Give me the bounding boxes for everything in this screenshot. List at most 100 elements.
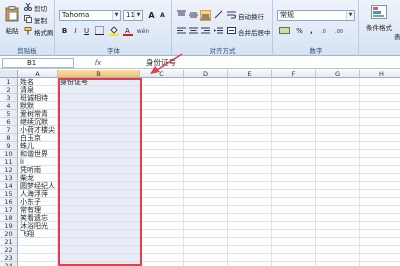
- borders-button[interactable]: [94, 26, 105, 37]
- row-header[interactable]: 4: [0, 102, 18, 110]
- selection-highlight-border: [58, 78, 142, 266]
- row-header[interactable]: 18: [0, 214, 18, 222]
- worksheet-grid[interactable]: ABCDEFGHI1姓名身份证号2清泉3班诚相待4默默5爱树常青6继续沉默7小荷…: [0, 70, 400, 266]
- align-middle-button[interactable]: [188, 10, 199, 21]
- text-orientation-icon: [214, 10, 223, 23]
- paste-button[interactable]: 粘贴: [3, 6, 21, 35]
- row-header[interactable]: 7: [0, 126, 18, 134]
- orientation-button[interactable]: [213, 10, 224, 21]
- paintbrush-icon: [24, 27, 32, 37]
- align-bottom-button[interactable]: [200, 10, 211, 21]
- excel-window: 粘贴 剪切 复制 格式刷 剪贴板 Tahoma ▼ 11 ▼ A A B I U…: [0, 0, 400, 266]
- number-format-select[interactable]: 常规 ▼: [277, 10, 355, 21]
- ribbon: 粘贴 剪切 复制 格式刷 剪贴板 Tahoma ▼ 11 ▼ A A B I U…: [0, 0, 400, 56]
- fx-icon[interactable]: fx: [78, 57, 118, 69]
- align-left-button[interactable]: [176, 26, 187, 37]
- merge-cells-icon: [227, 26, 236, 37]
- chevron-down-icon[interactable]: ▼: [134, 11, 142, 20]
- wrap-text-button[interactable]: 自动换行: [227, 10, 264, 21]
- row-header[interactable]: 17: [0, 206, 18, 214]
- font-color-button[interactable]: A: [122, 26, 133, 37]
- grow-font-button[interactable]: A: [146, 10, 157, 21]
- scissors-icon: [24, 2, 32, 13]
- row-header[interactable]: 19: [0, 222, 18, 230]
- format-as-table-label: 表: [394, 33, 400, 41]
- column-header-h[interactable]: H: [360, 70, 400, 78]
- decrease-decimal-button[interactable]: .00: [334, 26, 345, 37]
- fill-color-button[interactable]: [108, 26, 119, 37]
- row-header[interactable]: 6: [0, 118, 18, 126]
- clipboard-group-label: 剪贴板: [17, 47, 37, 55]
- row-header[interactable]: 10: [0, 150, 18, 158]
- column-header-a[interactable]: A: [18, 70, 58, 78]
- row-header[interactable]: 12: [0, 166, 18, 174]
- row-header[interactable]: 3: [0, 94, 18, 102]
- row-header[interactable]: 21: [0, 238, 18, 246]
- align-center-icon: [189, 26, 198, 39]
- comma-button[interactable]: ,: [306, 26, 317, 37]
- row-header[interactable]: 9: [0, 142, 18, 150]
- wrap-text-label: 自动换行: [238, 12, 264, 21]
- font-size-select[interactable]: 11 ▼: [123, 10, 143, 21]
- row-header[interactable]: 22: [0, 246, 18, 254]
- row-header[interactable]: 16: [0, 198, 18, 206]
- row-header[interactable]: 24: [0, 262, 18, 266]
- chevron-down-icon[interactable]: ▼: [112, 11, 120, 20]
- align-center-button[interactable]: [188, 26, 199, 37]
- currency-button[interactable]: [277, 26, 291, 37]
- align-top-button[interactable]: [176, 10, 187, 21]
- alignment-group: 自动换行 合并后居中 对齐方式: [173, 0, 273, 56]
- row-header[interactable]: 11: [0, 158, 18, 166]
- fill-bucket-icon: [108, 26, 119, 40]
- styles-group: 条件格式 表: [360, 0, 400, 56]
- align-right-button[interactable]: [200, 26, 211, 37]
- row-header[interactable]: 1: [0, 78, 18, 86]
- select-all-corner[interactable]: [0, 70, 18, 78]
- merge-center-button[interactable]: 合并后居中: [227, 26, 271, 37]
- name-box[interactable]: B1: [2, 58, 74, 68]
- cut-button[interactable]: 剪切: [24, 2, 47, 13]
- row-header[interactable]: 14: [0, 182, 18, 190]
- phonetic-button[interactable]: wén: [136, 26, 150, 37]
- font-name-value: Tahoma: [62, 11, 90, 19]
- conditional-formatting-button[interactable]: 条件格式 表: [366, 5, 400, 41]
- row-header[interactable]: 15: [0, 190, 18, 198]
- align-left-icon: [177, 26, 186, 39]
- column-header-b[interactable]: B: [58, 70, 140, 78]
- align-bottom-icon: [201, 11, 210, 24]
- wrap-text-icon: [227, 10, 237, 21]
- copy-label: 复制: [34, 17, 47, 25]
- column-header-f[interactable]: F: [272, 70, 316, 78]
- paste-icon: [5, 6, 19, 24]
- bold-button[interactable]: B: [59, 26, 70, 37]
- indent-icon: [214, 26, 223, 39]
- row-header[interactable]: 23: [0, 254, 18, 262]
- currency-icon: [278, 26, 290, 39]
- column-header-g[interactable]: G: [316, 70, 360, 78]
- align-top-icon: [177, 10, 186, 23]
- column-header-d[interactable]: D: [184, 70, 228, 78]
- underline-button[interactable]: U: [81, 26, 92, 37]
- svg-text:.00: .00: [335, 29, 343, 35]
- row-header[interactable]: 2: [0, 86, 18, 94]
- increase-decimal-icon: .0: [321, 26, 331, 39]
- row-header[interactable]: 20: [0, 230, 18, 238]
- column-header-e[interactable]: E: [228, 70, 272, 78]
- chevron-down-icon[interactable]: ▼: [346, 11, 354, 20]
- row-header[interactable]: 5: [0, 110, 18, 118]
- format-painter-button[interactable]: 格式刷: [24, 27, 54, 37]
- font-color-icon: A: [122, 26, 133, 40]
- indent-button[interactable]: [213, 26, 224, 37]
- paste-label: 粘贴: [5, 27, 19, 35]
- shrink-font-button[interactable]: A: [157, 10, 168, 21]
- percent-button[interactable]: %: [294, 26, 305, 37]
- row-header[interactable]: 8: [0, 134, 18, 142]
- merge-center-label: 合并后居中: [238, 28, 271, 37]
- number-format-value: 常规: [280, 11, 294, 19]
- increase-decimal-button[interactable]: .0: [320, 26, 331, 37]
- copy-button[interactable]: 复制: [24, 15, 47, 25]
- font-name-select[interactable]: Tahoma ▼: [59, 10, 121, 21]
- row-header[interactable]: 13: [0, 174, 18, 182]
- italic-button[interactable]: I: [70, 26, 81, 37]
- format-painter-label: 格式刷: [34, 29, 54, 37]
